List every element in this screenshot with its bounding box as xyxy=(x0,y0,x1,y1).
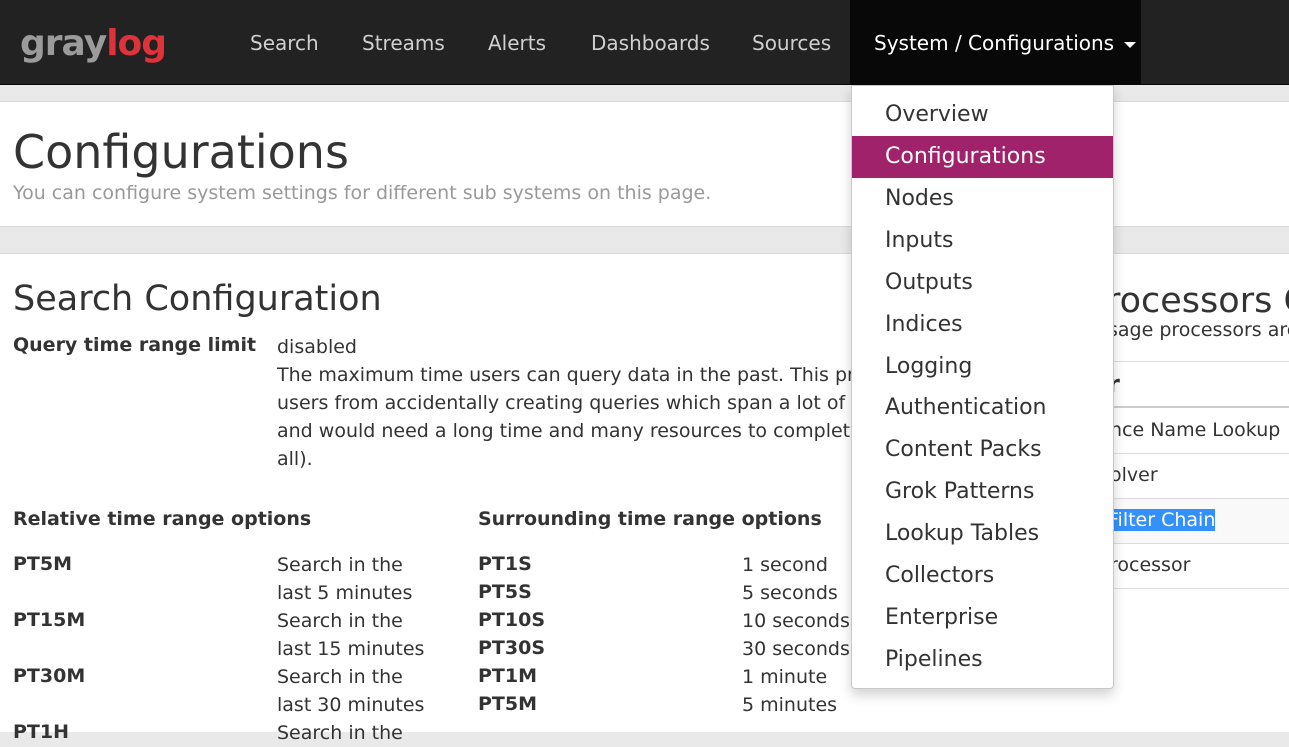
surrounding-key: PT5M xyxy=(478,693,538,715)
surrounding-value: 1 second xyxy=(742,554,828,576)
selected-text: Filter Chain xyxy=(1108,509,1216,531)
menu-item-collectors[interactable]: Collectors xyxy=(852,555,1113,597)
menu-item-configurations[interactable]: Configurations xyxy=(852,136,1113,178)
surrounding-value: 5 seconds xyxy=(742,582,838,604)
menu-item-outputs[interactable]: Outputs xyxy=(852,262,1113,304)
surrounding-value: 30 seconds xyxy=(742,638,850,660)
relative-value-line2: last 30 minutes xyxy=(277,694,425,716)
query-limit-desc-2: users from accidentally creating queries… xyxy=(277,392,875,414)
nav-sources[interactable]: Sources xyxy=(752,0,831,84)
nav-system-dropdown-toggle[interactable]: System / Configurations xyxy=(850,0,1141,84)
surrounding-key: PT10S xyxy=(478,609,546,631)
relative-key: PT5M xyxy=(13,553,73,575)
surrounding-value: 1 minute xyxy=(742,666,828,688)
processors-row: olver xyxy=(1110,464,1158,486)
relative-value-line1: Search in the xyxy=(277,666,403,688)
nav-search[interactable]: Search xyxy=(250,0,319,84)
relative-value-line1: Search in the xyxy=(277,722,403,744)
query-limit-label: Query time range limit xyxy=(13,334,257,356)
surrounding-key: PT1M xyxy=(478,665,538,687)
menu-item-lookup-tables[interactable]: Lookup Tables xyxy=(852,513,1113,555)
query-limit-value: disabled xyxy=(277,336,357,358)
nav-system-label: System / Configurations xyxy=(874,31,1115,55)
surrounding-options-title: Surrounding time range options xyxy=(478,508,822,530)
nav-alerts[interactable]: Alerts xyxy=(488,0,546,84)
relative-key: PT30M xyxy=(13,665,86,687)
query-limit-desc-3: and would need a long time and many reso… xyxy=(277,420,876,442)
processors-description: sage processors are xyxy=(1108,319,1289,341)
processors-row-divider xyxy=(1106,588,1289,589)
search-config-title: Search Configuration xyxy=(13,279,382,319)
processors-title: rocessors C xyxy=(1106,281,1289,321)
surrounding-value: 5 minutes xyxy=(742,694,838,716)
menu-item-logging[interactable]: Logging xyxy=(852,346,1113,388)
logo-text-gray: gray xyxy=(20,23,107,64)
relative-value-line1: Search in the xyxy=(277,610,403,632)
menu-item-pipelines[interactable]: Pipelines xyxy=(852,639,1113,681)
surrounding-value: 10 seconds xyxy=(742,610,850,632)
page-description: You can configure system settings for di… xyxy=(13,182,712,204)
surrounding-key: PT30S xyxy=(478,637,546,659)
graylog-logo[interactable]: graylog xyxy=(20,22,167,66)
query-limit-desc-4: all). xyxy=(277,448,313,470)
processors-row-divider xyxy=(1106,543,1289,544)
relative-value-line2: last 5 minutes xyxy=(277,582,413,604)
relative-key: PT1H xyxy=(13,721,70,743)
processors-table-top xyxy=(1106,406,1289,408)
relative-value-line2: last 15 minutes xyxy=(277,638,425,660)
menu-item-enterprise[interactable]: Enterprise xyxy=(852,597,1113,639)
menu-item-nodes[interactable]: Nodes xyxy=(852,178,1113,220)
page-title: Configurations xyxy=(13,125,349,179)
relative-value-line1: Search in the xyxy=(277,554,403,576)
top-navbar: graylog Search Streams Alerts Dashboards… xyxy=(0,0,1289,85)
relative-options-title: Relative time range options xyxy=(13,508,312,530)
processors-table-header: nce Name Lookup xyxy=(1110,419,1281,441)
relative-key: PT15M xyxy=(13,609,86,631)
surrounding-key: PT1S xyxy=(478,553,532,575)
menu-item-grok-patterns[interactable]: Grok Patterns xyxy=(852,471,1113,513)
menu-item-content-packs[interactable]: Content Packs xyxy=(852,429,1113,471)
nav-dashboards[interactable]: Dashboards xyxy=(591,0,710,84)
system-dropdown-menu: Overview Configurations Nodes Inputs Out… xyxy=(851,85,1114,689)
surrounding-key: PT5S xyxy=(478,581,532,603)
menu-item-inputs[interactable]: Inputs xyxy=(852,220,1113,262)
nav-streams[interactable]: Streams xyxy=(362,0,445,84)
menu-item-indices[interactable]: Indices xyxy=(852,304,1113,346)
processors-row-divider xyxy=(1106,453,1289,454)
processors-row: rocessor xyxy=(1110,554,1191,576)
menu-item-authentication[interactable]: Authentication xyxy=(852,387,1113,429)
caret-down-icon xyxy=(1124,41,1137,48)
processors-divider xyxy=(1106,361,1289,362)
processors-row: Filter Chain xyxy=(1108,509,1216,531)
menu-item-overview[interactable]: Overview xyxy=(852,94,1113,136)
logo-text-red: log xyxy=(106,23,167,64)
query-limit-desc-1: The maximum time users can query data in… xyxy=(277,364,878,386)
